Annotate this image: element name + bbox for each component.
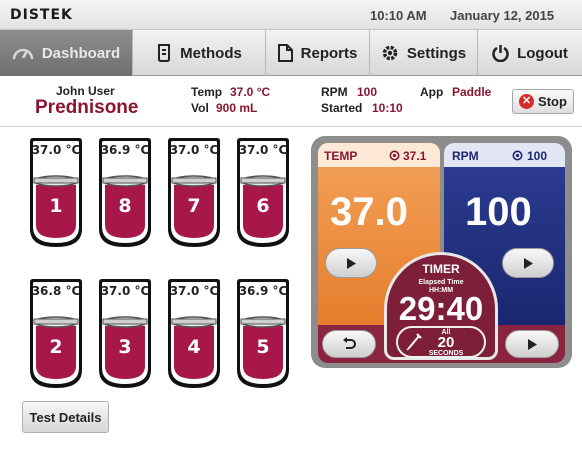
play-icon bbox=[524, 257, 533, 269]
vol-label: Vol bbox=[191, 101, 209, 115]
reset-timer-button[interactable] bbox=[322, 330, 376, 358]
clock: 10:10 AM bbox=[370, 8, 427, 23]
app-label: App bbox=[420, 85, 444, 99]
app-value: Paddle bbox=[452, 85, 492, 99]
vessel-3[interactable]: 37.0 °C 3 bbox=[96, 278, 154, 390]
temp-label: Temp bbox=[191, 85, 223, 99]
vessel-temp: 37.0 °C bbox=[169, 143, 219, 157]
vessel-number: 8 bbox=[118, 195, 132, 217]
tab-logout[interactable]: Logout bbox=[478, 30, 582, 76]
power-icon bbox=[492, 45, 509, 62]
tab-reports[interactable]: Reports bbox=[266, 30, 370, 76]
vessel-number: 4 bbox=[187, 336, 201, 358]
beaker-icon bbox=[158, 44, 171, 62]
tab-settings[interactable]: Settings bbox=[370, 30, 478, 76]
vessel-2[interactable]: 36.8 °C 2 bbox=[27, 278, 85, 390]
timer-label: TIMER bbox=[422, 262, 460, 276]
vessel-4[interactable]: 37.0 °C 4 bbox=[165, 278, 223, 390]
test-details-button[interactable]: Test Details bbox=[22, 401, 109, 433]
sample-unit: SECONDS bbox=[428, 350, 464, 357]
user-name: John User bbox=[56, 84, 115, 98]
vessel-5[interactable]: 36.9 °C 5 bbox=[234, 278, 292, 390]
tab-methods-label: Methods bbox=[180, 44, 242, 62]
date: January 12, 2015 bbox=[450, 8, 555, 23]
distek-logo: DISTEK bbox=[10, 7, 73, 23]
rpm-setpoint: 100 bbox=[527, 149, 548, 163]
vessel-temp: 36.9 °C bbox=[238, 284, 288, 298]
tab-methods[interactable]: Methods bbox=[133, 30, 266, 76]
vessel-number: 1 bbox=[49, 195, 63, 217]
tab-settings-label: Settings bbox=[406, 44, 467, 62]
rpm-reading: 100 bbox=[465, 190, 532, 234]
drug-name: Prednisone bbox=[35, 97, 139, 118]
gauge-icon bbox=[12, 48, 34, 60]
vessel-temp: 37.0 °C bbox=[169, 284, 219, 298]
stop-label: Stop bbox=[538, 94, 567, 109]
vessel-1[interactable]: 37.0 °C 1 bbox=[27, 137, 85, 249]
test-info: John User Prednisone Temp 37.0 °C Vol 90… bbox=[0, 77, 582, 127]
elapsed-line-1: Elapsed Time bbox=[418, 279, 464, 286]
tab-logout-label: Logout bbox=[517, 44, 568, 62]
vessel-number: 3 bbox=[118, 336, 132, 358]
tab-dashboard-label: Dashboard bbox=[41, 44, 121, 62]
rpm-panel-label: RPM bbox=[452, 149, 479, 163]
vessel-7[interactable]: 37.0 °C 7 bbox=[165, 137, 223, 249]
target-icon bbox=[512, 150, 523, 161]
stop-button[interactable]: ✕ Stop bbox=[512, 89, 574, 114]
vessel-temp: 37.0 °C bbox=[238, 143, 288, 157]
temp-setpoint: 37.1 bbox=[403, 149, 427, 163]
vessel-6[interactable]: 37.0 °C 6 bbox=[234, 137, 292, 249]
vessel-number: 2 bbox=[49, 336, 63, 358]
tab-dashboard[interactable]: Dashboard bbox=[0, 30, 133, 76]
rpm-value: 100 bbox=[357, 85, 378, 99]
play-icon bbox=[528, 338, 537, 350]
main-nav: Dashboard Methods Reports Settings Logou… bbox=[0, 30, 582, 76]
vessel-temp: 37.0 °C bbox=[31, 143, 81, 157]
sample-seconds: 20 bbox=[437, 334, 455, 351]
started-value: 10:10 bbox=[372, 101, 403, 115]
started-label: Started bbox=[321, 101, 363, 115]
temp-reading: 37.0 bbox=[330, 190, 408, 234]
undo-icon bbox=[343, 337, 356, 349]
vessel-temp: 37.0 °C bbox=[100, 284, 150, 298]
app-frame: DISTEK 10:10 AM January 12, 2015 Dashboa… bbox=[0, 0, 582, 449]
play-icon bbox=[347, 257, 356, 269]
document-icon bbox=[277, 44, 293, 62]
vessel-temp: 36.9 °C bbox=[100, 143, 150, 157]
vessel-number: 5 bbox=[256, 336, 270, 358]
vessel-number: 6 bbox=[256, 195, 270, 217]
tab-reports-label: Reports bbox=[300, 44, 358, 62]
timer-play-button[interactable] bbox=[505, 330, 559, 358]
timer-value: 29:40 bbox=[398, 290, 484, 327]
vol-value: 900 mL bbox=[216, 101, 258, 115]
target-icon bbox=[389, 150, 400, 161]
status-bar: DISTEK 10:10 AM January 12, 2015 bbox=[0, 0, 582, 30]
rpm-label: RPM bbox=[321, 85, 348, 99]
vessel-8[interactable]: 36.9 °C 8 bbox=[96, 137, 154, 249]
rpm-play-button[interactable] bbox=[502, 248, 554, 278]
vessel-temp: 36.8 °C bbox=[31, 284, 81, 298]
stop-x-icon: ✕ bbox=[519, 94, 535, 109]
temp-panel-label: TEMP bbox=[324, 149, 358, 163]
gear-icon bbox=[382, 45, 398, 61]
syringe-icon bbox=[406, 333, 422, 351]
vessel-number: 7 bbox=[187, 195, 201, 217]
temp-play-button[interactable] bbox=[325, 248, 377, 278]
temp-value: 37.0 °C bbox=[230, 85, 271, 99]
